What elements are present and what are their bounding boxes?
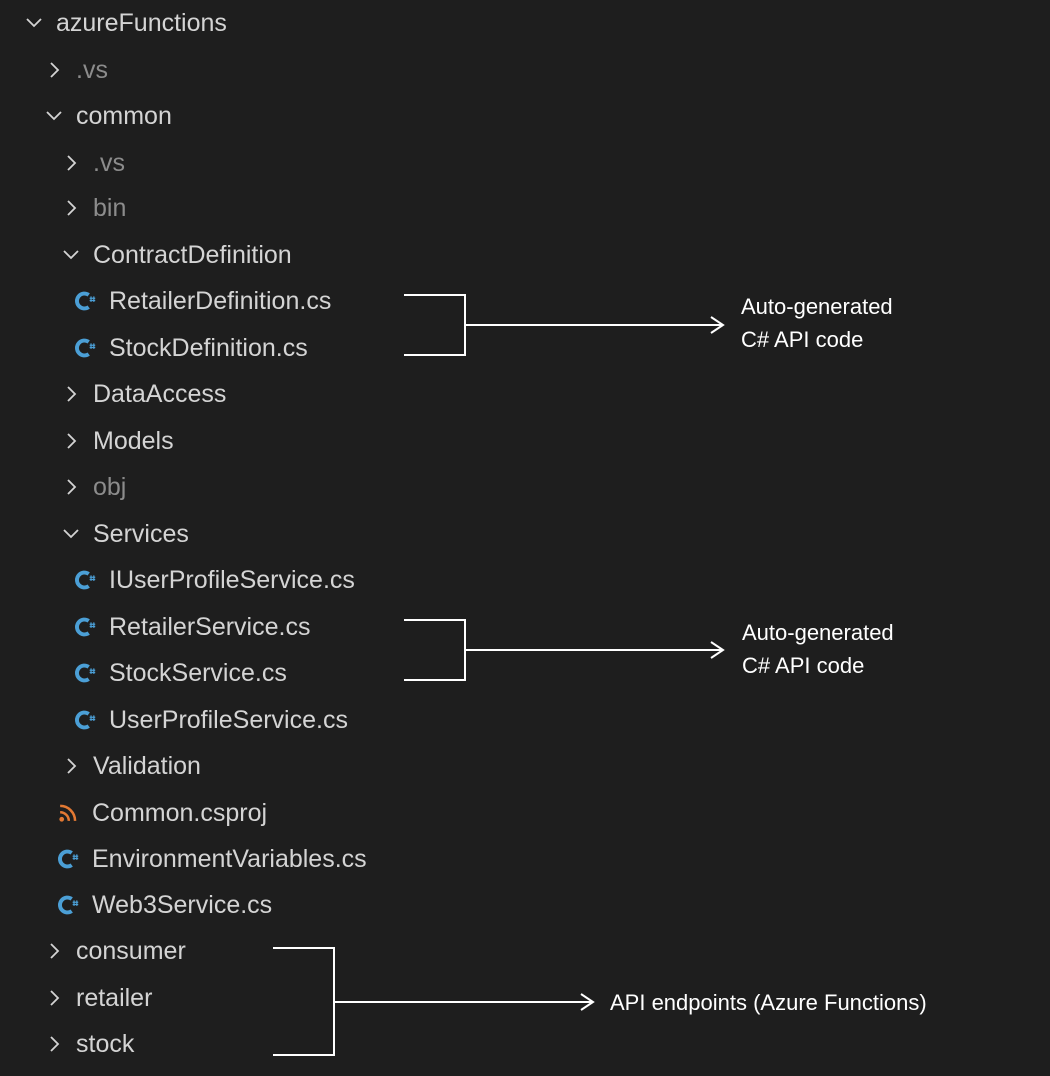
tree-item-label: IUserProfileService.cs bbox=[109, 565, 355, 594]
folder-item-obj[interactable]: obj bbox=[59, 467, 126, 507]
csharp-file-icon bbox=[54, 845, 82, 873]
tree-item-label: .vs bbox=[93, 148, 125, 177]
file-item-retailerservice-cs[interactable]: RetailerService.cs bbox=[71, 607, 310, 647]
tree-item-label: Models bbox=[93, 426, 174, 455]
file-item-iuserprofileservice-cs[interactable]: IUserProfileService.cs bbox=[71, 560, 355, 600]
annotation-services: Auto-generated C# API code bbox=[742, 616, 894, 682]
tree-item-label: Services bbox=[93, 519, 189, 548]
tree-item-label: stock bbox=[76, 1029, 135, 1058]
chevron-right-icon[interactable] bbox=[59, 382, 83, 406]
chevron-right-icon[interactable] bbox=[59, 475, 83, 499]
tree-item-label: obj bbox=[93, 472, 127, 501]
folder-item-validation[interactable]: Validation bbox=[59, 746, 201, 786]
chevron-right-icon[interactable] bbox=[42, 1032, 66, 1056]
folder-item-vs[interactable]: .vs bbox=[59, 143, 125, 183]
annotation-endpoints: API endpoints (Azure Functions) bbox=[610, 986, 927, 1019]
csharp-file-icon bbox=[71, 334, 99, 362]
folder-item-stock[interactable]: stock bbox=[42, 1024, 134, 1064]
annotation-contract-definition: Auto-generated C# API code bbox=[741, 290, 893, 356]
tree-item-label: bin bbox=[93, 193, 127, 222]
tree-item-label: UserProfileService.cs bbox=[109, 705, 348, 734]
chevron-right-icon[interactable] bbox=[42, 58, 66, 82]
chevron-down-icon[interactable] bbox=[22, 11, 46, 35]
chevron-down-icon[interactable] bbox=[42, 104, 66, 128]
annotation-line: C# API code bbox=[741, 327, 864, 352]
chevron-down-icon[interactable] bbox=[59, 522, 83, 546]
file-item-environmentvariables-cs[interactable]: EnvironmentVariables.cs bbox=[54, 839, 367, 879]
csharp-file-icon bbox=[71, 287, 99, 315]
tree-item-label: DataAccess bbox=[93, 379, 227, 408]
rss-icon bbox=[54, 799, 82, 827]
tree-item-label: retailer bbox=[76, 983, 153, 1012]
tree-item-label: EnvironmentVariables.cs bbox=[92, 844, 367, 873]
tree-item-label: azureFunctions bbox=[56, 8, 227, 37]
tree-item-label: StockDefinition.cs bbox=[109, 333, 308, 362]
folder-item-consumer[interactable]: consumer bbox=[42, 931, 186, 971]
folder-item-bin[interactable]: bin bbox=[59, 188, 126, 228]
folder-item-services[interactable]: Services bbox=[59, 514, 189, 554]
csharp-file-icon bbox=[54, 891, 82, 919]
annotation-line: API endpoints (Azure Functions) bbox=[610, 990, 927, 1015]
file-item-web3service-cs[interactable]: Web3Service.cs bbox=[54, 885, 272, 925]
csharp-file-icon bbox=[71, 566, 99, 594]
csharp-file-icon bbox=[71, 613, 99, 641]
folder-item-contractdefinition[interactable]: ContractDefinition bbox=[59, 235, 292, 275]
chevron-right-icon[interactable] bbox=[42, 939, 66, 963]
file-item-stockdefinition-cs[interactable]: StockDefinition.cs bbox=[71, 328, 308, 368]
csharp-file-icon bbox=[71, 706, 99, 734]
chevron-right-icon[interactable] bbox=[59, 196, 83, 220]
tree-item-label: RetailerService.cs bbox=[109, 612, 311, 641]
folder-item-azurefunctions[interactable]: azureFunctions bbox=[22, 3, 227, 43]
folder-item-common[interactable]: common bbox=[42, 96, 172, 136]
tree-item-label: Common.csproj bbox=[92, 798, 268, 827]
csharp-file-icon bbox=[71, 659, 99, 687]
tree-item-label: .vs bbox=[76, 55, 108, 84]
tree-item-label: RetailerDefinition.cs bbox=[109, 286, 332, 315]
tree-item-label: common bbox=[76, 101, 172, 130]
chevron-right-icon[interactable] bbox=[42, 986, 66, 1010]
tree-item-label: Validation bbox=[93, 751, 201, 780]
folder-item-dataaccess[interactable]: DataAccess bbox=[59, 374, 226, 414]
chevron-right-icon[interactable] bbox=[59, 429, 83, 453]
file-item-userprofileservice-cs[interactable]: UserProfileService.cs bbox=[71, 700, 348, 740]
annotation-line: C# API code bbox=[742, 653, 865, 678]
file-item-stockservice-cs[interactable]: StockService.cs bbox=[71, 653, 287, 693]
tree-item-label: Web3Service.cs bbox=[92, 890, 273, 919]
tree-item-label: consumer bbox=[76, 936, 186, 965]
annotation-line: Auto-generated bbox=[742, 620, 894, 645]
file-item-retailerdefinition-cs[interactable]: RetailerDefinition.cs bbox=[71, 281, 331, 321]
annotation-line: Auto-generated bbox=[741, 294, 893, 319]
folder-item-retailer[interactable]: retailer bbox=[42, 978, 152, 1018]
folder-item-vs[interactable]: .vs bbox=[42, 50, 108, 90]
file-explorer-tree: azureFunctions .vs common .vs bin ContractDef… bbox=[0, 0, 1050, 1076]
file-item-common-csproj[interactable]: Common.csproj bbox=[54, 793, 267, 833]
chevron-right-icon[interactable] bbox=[59, 151, 83, 175]
tree-item-label: StockService.cs bbox=[109, 658, 287, 687]
chevron-right-icon[interactable] bbox=[59, 754, 83, 778]
chevron-down-icon[interactable] bbox=[59, 243, 83, 267]
folder-item-models[interactable]: Models bbox=[59, 421, 174, 461]
tree-item-label: ContractDefinition bbox=[93, 240, 292, 269]
